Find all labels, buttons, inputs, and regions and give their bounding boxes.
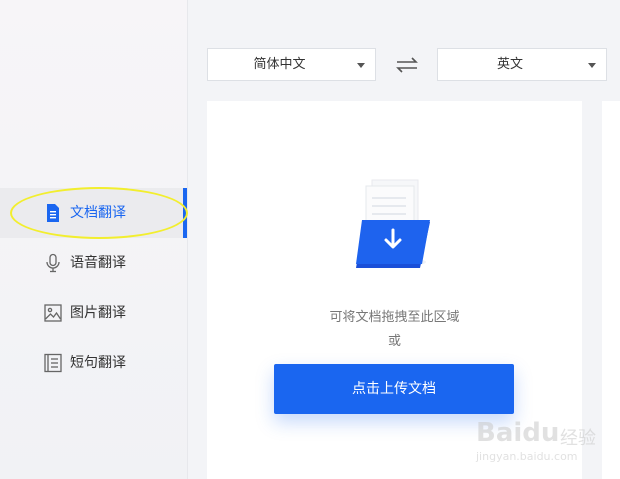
chevron-down-icon <box>357 63 365 68</box>
source-language-value: 简体中文 <box>253 57 306 72</box>
drop-hint: 可将文档拖拽至此区域 <box>329 310 460 325</box>
chevron-down-icon <box>588 63 596 68</box>
document-icon <box>43 203 63 223</box>
target-language-value: 英文 <box>496 57 523 72</box>
sidebar-item-sentence-translation[interactable]: 短句翻译 <box>0 338 187 388</box>
source-language-select[interactable]: 简体中文 <box>207 48 376 81</box>
upload-dropzone[interactable] <box>207 101 582 479</box>
result-panel <box>602 101 620 479</box>
sidebar-item-label: 短句翻译 <box>70 355 126 371</box>
upload-document-button[interactable]: 点击上传文档 <box>274 364 514 414</box>
sidebar-item-document-translation[interactable]: 文档翻译 <box>0 188 187 238</box>
sidebar-item-label: 图片翻译 <box>70 305 126 321</box>
active-indicator <box>183 188 187 238</box>
sidebar-item-voice-translation[interactable]: 语音翻译 <box>0 238 187 288</box>
sidebar-item-image-translation[interactable]: 图片翻译 <box>0 288 187 338</box>
sidebar-item-label: 语音翻译 <box>70 255 126 271</box>
microphone-icon <box>43 253 63 273</box>
swap-arrows-icon[interactable] <box>394 56 420 74</box>
or-separator: 或 <box>387 334 401 349</box>
sidebar-item-label: 文档翻译 <box>70 205 126 221</box>
document-download-icon <box>348 178 434 270</box>
target-language-select[interactable]: 英文 <box>437 48 607 81</box>
image-icon <box>43 303 63 323</box>
sidebar: 文档翻译 语音翻译 图片翻译 短句翻译 <box>0 0 188 479</box>
sentence-icon <box>43 353 63 373</box>
